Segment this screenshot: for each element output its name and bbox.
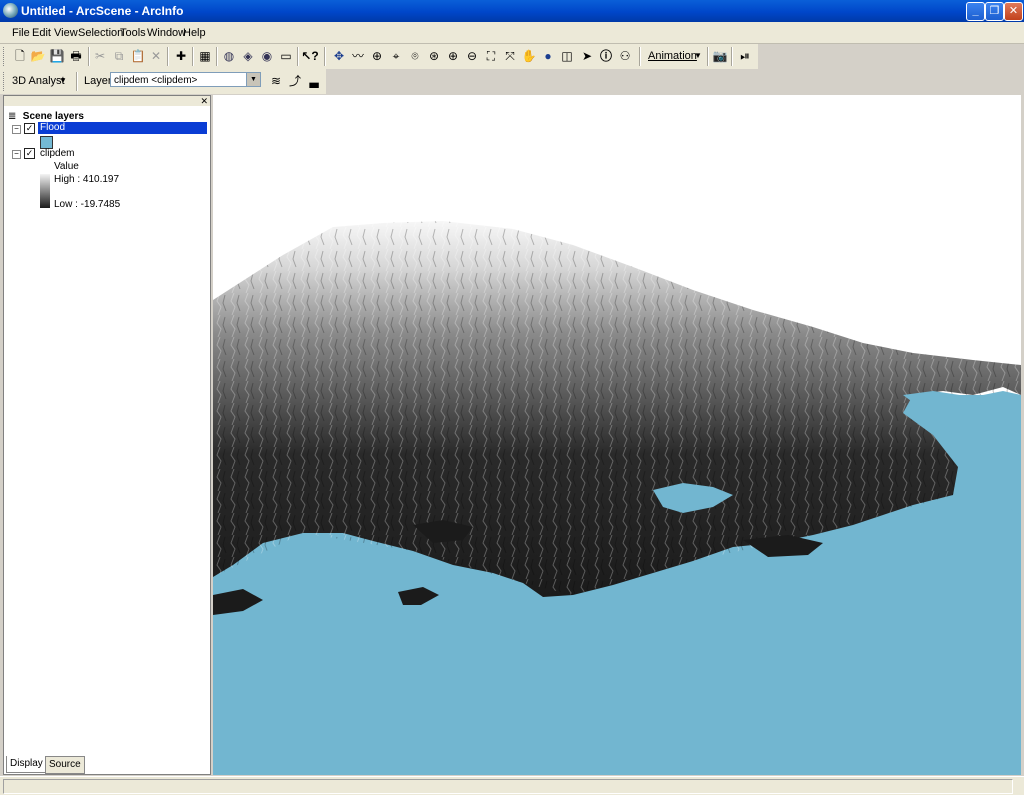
restore-button[interactable]: ❐	[985, 2, 1004, 21]
terrain-render	[213, 95, 1021, 775]
scene-view[interactable]	[213, 95, 1021, 775]
collapse-clipdem-icon[interactable]: −	[12, 150, 21, 159]
toolbar-separator	[639, 47, 641, 66]
identify-icon[interactable]: ⓘ	[598, 48, 614, 64]
table-of-contents: ✕ ≣ Scene layers − ✓ Flood − ✓ clipdem V…	[3, 95, 211, 775]
toolbar-separator	[216, 47, 218, 66]
chevron-down-icon[interactable]: ▼	[246, 73, 260, 86]
chevron-down-icon[interactable]: ▼	[690, 48, 706, 64]
scene-layers-label: Scene layers	[22, 111, 84, 122]
pan-hand-icon[interactable]: ✋	[521, 48, 537, 64]
legend-low-value: Low : -19.7485	[54, 199, 121, 210]
status-pane	[3, 779, 1013, 794]
full-globe-icon[interactable]: ●	[540, 48, 556, 64]
add-data-icon[interactable]: ✚	[173, 48, 189, 64]
menu-file[interactable]: File	[12, 27, 30, 39]
tab-source[interactable]: Source	[45, 756, 85, 774]
toolbar-separator	[324, 47, 326, 66]
help-whats-this-icon[interactable]: ↖?	[301, 48, 318, 64]
status-bar	[0, 776, 1024, 795]
close-icon[interactable]: ✕	[200, 96, 208, 106]
toolbar-separator	[88, 47, 90, 66]
menu-view[interactable]: View	[54, 27, 78, 39]
zoom-in-icon[interactable]: ⊕	[445, 48, 461, 64]
toolbar-separator	[731, 47, 733, 66]
toolbar-separator	[76, 72, 78, 91]
fly-icon[interactable]: 〰	[350, 48, 366, 64]
toc-title-strip[interactable]: ✕	[4, 96, 210, 106]
camera-capture-icon[interactable]: 📷	[712, 48, 728, 64]
flood-visibility-checkbox[interactable]: ✓	[24, 123, 35, 134]
3d-analyst-toolbar: 3D Analyst ▼ Layer: clipdem <clipdem> ▼ …	[0, 69, 326, 94]
toolbar-grip[interactable]	[3, 47, 7, 66]
legend-high-value: High : 410.197	[54, 174, 120, 185]
paste-icon[interactable]: 📋	[130, 48, 146, 64]
identify-layers-icon[interactable]: ◫	[559, 48, 575, 64]
new-document-icon[interactable]: 🗋	[12, 48, 28, 64]
save-icon[interactable]: 💾	[49, 48, 65, 64]
layer-flood[interactable]: Flood	[38, 122, 207, 134]
scene-properties-icon[interactable]: ◉	[259, 48, 275, 64]
layer-select[interactable]: clipdem <clipdem> ▼	[110, 72, 261, 87]
narrow-fov-icon[interactable]: ⤧	[502, 48, 518, 64]
legend-field-label: Value	[54, 161, 79, 172]
copy-icon[interactable]: ⧉	[111, 48, 127, 64]
minimize-button[interactable]: _	[966, 2, 985, 21]
menu-window[interactable]: Window	[147, 27, 186, 39]
cut-icon[interactable]: ✂	[92, 48, 108, 64]
layer-clipdem-label: clipdem	[40, 148, 75, 159]
target-icon[interactable]: ⌖	[388, 48, 404, 64]
zoom-out-icon[interactable]: ⊖	[464, 48, 480, 64]
line-of-sight-icon[interactable]: ▃	[306, 73, 322, 89]
layer-flood-label: Flood	[40, 122, 66, 133]
toolbar-separator	[167, 47, 169, 66]
menu-bar: File Edit View Selection Tools Window He…	[0, 22, 1024, 44]
select-pointer-icon[interactable]: ➤	[579, 48, 595, 64]
steepest-path-icon[interactable]: ⤴	[287, 73, 303, 89]
open-folder-icon[interactable]: 📂	[30, 48, 46, 64]
collapse-flood-icon[interactable]: −	[12, 125, 21, 134]
menu-edit[interactable]: Edit	[32, 27, 51, 39]
chevron-down-icon[interactable]: ▼	[55, 73, 71, 89]
contour-icon[interactable]: ≋	[268, 73, 284, 89]
layers-icon[interactable]: ◈	[240, 48, 256, 64]
find-binoculars-icon[interactable]: ⚇	[617, 48, 633, 64]
clipdem-visibility-checkbox[interactable]: ✓	[24, 148, 35, 159]
window-icon[interactable]: ▭	[278, 48, 294, 64]
close-button[interactable]: ✕	[1004, 2, 1023, 21]
delete-icon[interactable]: ✕	[148, 48, 164, 64]
elevation-color-ramp[interactable]	[40, 174, 50, 208]
window-title: Untitled - ArcScene - ArcInfo	[21, 4, 184, 18]
menu-tools[interactable]: Tools	[120, 27, 146, 39]
globe-icon[interactable]: ◍	[221, 48, 237, 64]
navigate-icon[interactable]: ✥	[331, 48, 347, 64]
full-extent-icon[interactable]: ⛶	[483, 48, 499, 64]
toolbar-separator	[297, 47, 299, 66]
scene-layers-icon: ≣	[8, 111, 17, 122]
menu-selection[interactable]: Selection	[78, 27, 123, 39]
center-on-target-icon[interactable]: ⊛	[426, 48, 442, 64]
calculator-icon[interactable]: ▦	[197, 48, 213, 64]
layer-clipdem[interactable]: clipdem	[40, 148, 74, 159]
zoom-in-out-icon[interactable]: ⊕	[369, 48, 385, 64]
title-bar: Untitled - ArcScene - ArcInfo _ ❐ ✕	[0, 0, 1024, 22]
print-icon[interactable]: 🖶	[68, 48, 84, 64]
scene-layers-root[interactable]: ≣ Scene layers	[8, 111, 84, 122]
arcscene-app-icon[interactable]	[3, 3, 18, 18]
toolbar-separator	[707, 47, 709, 66]
menu-help[interactable]: Help	[183, 27, 206, 39]
toolbar-grip[interactable]	[3, 72, 7, 91]
set-observer-icon[interactable]: ⌾	[407, 48, 423, 64]
toolbar-separator	[192, 47, 194, 66]
standard-toolbar: 🗋 📂 💾 🖶 ✂ ⧉ 📋 ✕ ✚ ▦ ◍ ◈ ◉ ▭ ↖? ✥ 〰 ⊕ ⌖ ⌾…	[0, 44, 758, 69]
animation-controls-icon[interactable]: ⏯	[737, 48, 753, 64]
tab-display[interactable]: Display	[6, 756, 47, 773]
layer-select-value: clipdem <clipdem>	[114, 75, 198, 86]
